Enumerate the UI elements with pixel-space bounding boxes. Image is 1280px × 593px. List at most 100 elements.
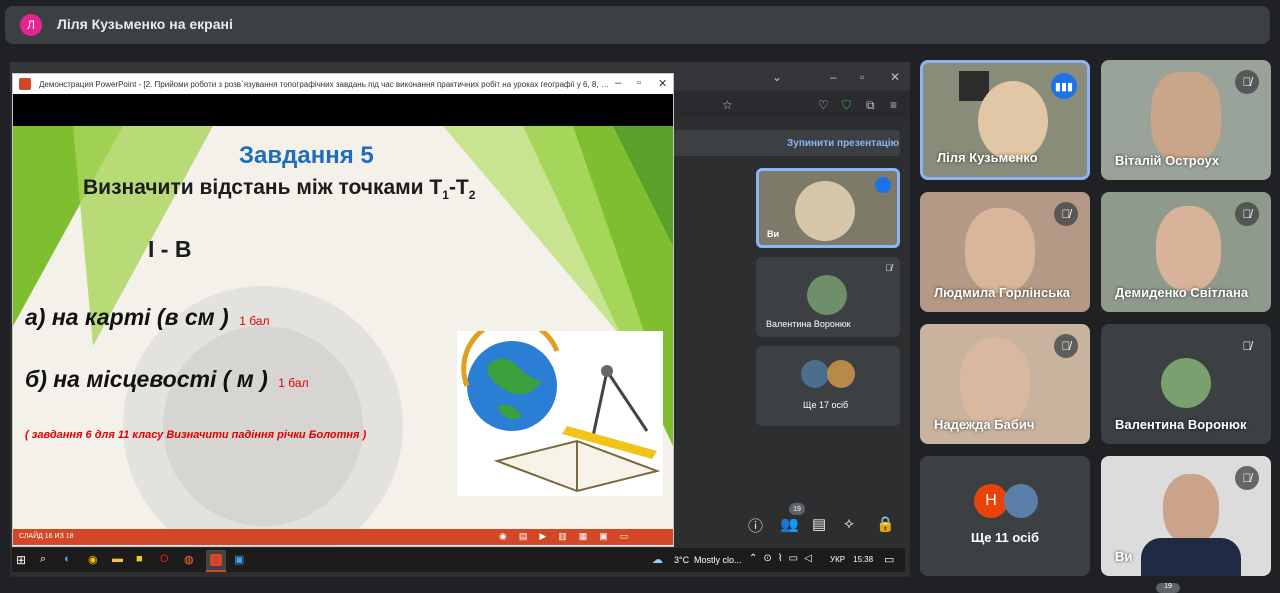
pocket-icon: ♡	[818, 98, 829, 112]
slide-note: ( завдання 6 для 11 класу Визначити паді…	[25, 429, 367, 441]
language-indicator[interactable]: УКР	[830, 555, 845, 564]
participant-name: Людмила Горлінська	[934, 285, 1070, 300]
participant-tile-valentyna[interactable]: Валентина Воронюк 🎙̸	[1101, 324, 1271, 444]
host-controls-icon: 🔒	[876, 516, 895, 533]
participant-tile-more[interactable]: Н Ще 11 осіб	[920, 456, 1090, 576]
participant-name: Ви	[1115, 549, 1133, 564]
task-item-b: б) на місцевості ( м ) 1 бал	[25, 366, 309, 392]
powerpoint-taskbar-button[interactable]	[206, 550, 226, 572]
folder-icon[interactable]: ■	[136, 553, 143, 565]
opera-icon[interactable]: O	[160, 553, 169, 565]
extensions-icon: ⧉	[866, 98, 875, 112]
ppt-window-title: Демонстрация PowerPoint - [2. Прийоми ро…	[39, 80, 609, 89]
bottom-count-badge: 19	[1156, 583, 1180, 593]
participant-tile-demydenko[interactable]: Демиденко Світлана 🎙̸	[1101, 192, 1271, 312]
participant-tile-liudmyla[interactable]: Людмила Горлінська 🎙̸	[920, 192, 1090, 312]
mic-off-icon: 🎙̸	[1235, 334, 1259, 358]
chevron-down-icon: ⌄	[772, 70, 783, 84]
activities-icon: ⟡	[844, 515, 854, 532]
powerpoint-window: Демонстрация PowerPoint - [2. Прийоми ро…	[12, 73, 674, 547]
speaking-indicator-icon: ▮▮▮	[1051, 73, 1077, 99]
avatar	[1161, 358, 1211, 408]
search-icon[interactable]: ⌕	[40, 553, 46, 566]
globe-icon	[461, 317, 661, 493]
participant-video	[1151, 72, 1221, 162]
presenting-title: Ліля Кузьменко на екрані	[57, 16, 233, 32]
participant-video	[978, 81, 1048, 161]
minimize-button[interactable]: –	[615, 77, 621, 89]
task-item-a: а) на карті (в см ) 1 бал	[25, 304, 270, 330]
menu-icon: ≡	[890, 98, 898, 112]
mic-off-icon: 🎙̸	[1235, 70, 1259, 94]
participant-tile-self[interactable]: Ви 🎙̸	[1101, 456, 1271, 576]
avatar	[827, 360, 855, 388]
maximize-button[interactable]: ▫	[637, 77, 641, 89]
windows-start-icon[interactable]: ⊞	[16, 553, 26, 567]
globe-book-illustration	[457, 317, 663, 496]
app-icon[interactable]: ▣	[234, 553, 244, 566]
more-participants-label: Ще 17 осіб	[803, 400, 849, 410]
participant-tile-nadezhda[interactable]: Надежда Бабич 🎙̸	[920, 324, 1090, 444]
notifications-icon[interactable]: ▭	[884, 553, 894, 566]
mic-off-icon: 🎙̸	[885, 263, 892, 273]
powerpoint-icon	[19, 78, 31, 90]
chat-icon: ▤	[812, 516, 827, 533]
star-icon: ☆	[722, 98, 733, 112]
edge-icon[interactable]: ◐	[64, 553, 71, 565]
system-tray-icons[interactable]: ⌃⊙⌇▭◁	[749, 553, 818, 564]
view-controls-icon[interactable]: ◉▤▶▥▦▣▭	[499, 531, 640, 542]
info-icon: ⓘ	[748, 518, 764, 535]
slide: Завдання 5 Визначити відстань між точкам…	[13, 126, 673, 546]
variant-label: І - В	[148, 236, 192, 262]
participant-tile-lilia[interactable]: Ліля Кузьменко ▮▮▮	[920, 60, 1090, 180]
participant-shirt	[1141, 538, 1241, 576]
people-icon: 👥	[780, 516, 799, 533]
mic-off-icon: 🎙̸	[1054, 334, 1078, 358]
mic-off-icon: 🎙̸	[1054, 202, 1078, 226]
remote-self-tile: Ви	[756, 168, 900, 248]
slide-title: Завдання 5	[239, 142, 374, 169]
participant-video	[965, 208, 1035, 293]
close-button[interactable]: ✕	[658, 77, 667, 90]
participant-name: Валентина Воронюк	[1115, 417, 1247, 432]
remote-tile-valentina: Валентина Воронюк 🎙̸	[756, 257, 900, 337]
participant-tile-vitalii[interactable]: Віталій Остроух 🎙̸	[1101, 60, 1271, 180]
firefox-icon[interactable]: ◍	[184, 553, 194, 566]
participant-count-badge: 19	[789, 503, 805, 515]
slide-subtitle: Визначити відстань між точками Т1-Т2	[83, 176, 476, 203]
maximize-icon: ▫	[860, 70, 865, 84]
close-icon: ✕	[890, 70, 901, 84]
avatar	[801, 360, 829, 388]
weather-temp: 3°C	[674, 555, 690, 565]
speaking-indicator-icon	[875, 177, 891, 193]
avatar	[807, 275, 847, 315]
participant-video	[960, 338, 1030, 428]
more-participants-label: Ще 11 осіб	[970, 530, 1040, 545]
avatar	[1004, 484, 1038, 518]
windows-taskbar: ⊞ ⌕ ◐ ◉ ▬ ■ O ◍ ▣ ☁ 3°C Mostly clo... ⌃⊙…	[12, 548, 905, 572]
stop-presenting-button[interactable]: Зупинити презентацію	[787, 138, 899, 149]
mic-off-icon: 🎙̸	[1235, 202, 1259, 226]
self-label: Ви	[767, 229, 780, 239]
shield-icon: ⛉	[842, 98, 852, 112]
participant-name: Валентина Воронюк	[766, 319, 851, 329]
clock: 15:38	[853, 555, 874, 564]
participant-name: Демиденко Світлана	[1115, 285, 1249, 300]
chrome-icon[interactable]: ◉	[88, 553, 98, 566]
powerpoint-icon	[210, 554, 222, 566]
slide-counter: СЛАЙД 16 ИЗ 18	[19, 533, 74, 540]
participant-video	[1163, 474, 1219, 544]
ppt-statusbar: СЛАЙД 16 ИЗ 18 ◉▤▶▥▦▣▭	[13, 529, 673, 545]
explorer-icon[interactable]: ▬	[112, 553, 123, 565]
participant-video	[795, 181, 855, 241]
participant-name: Віталій Остроух	[1115, 153, 1220, 168]
presenter-avatar: Л	[20, 14, 42, 36]
weather-icon: ☁	[652, 554, 663, 566]
minimize-icon: –	[830, 70, 837, 84]
remote-tile-more: Ще 17 осіб	[756, 346, 900, 426]
mic-off-icon: 🎙̸	[1235, 466, 1259, 490]
avatar: Н	[974, 484, 1008, 518]
participant-name: Ліля Кузьменко	[937, 150, 1038, 165]
participant-video	[1156, 206, 1221, 291]
participant-name: Надежда Бабич	[934, 417, 1035, 432]
